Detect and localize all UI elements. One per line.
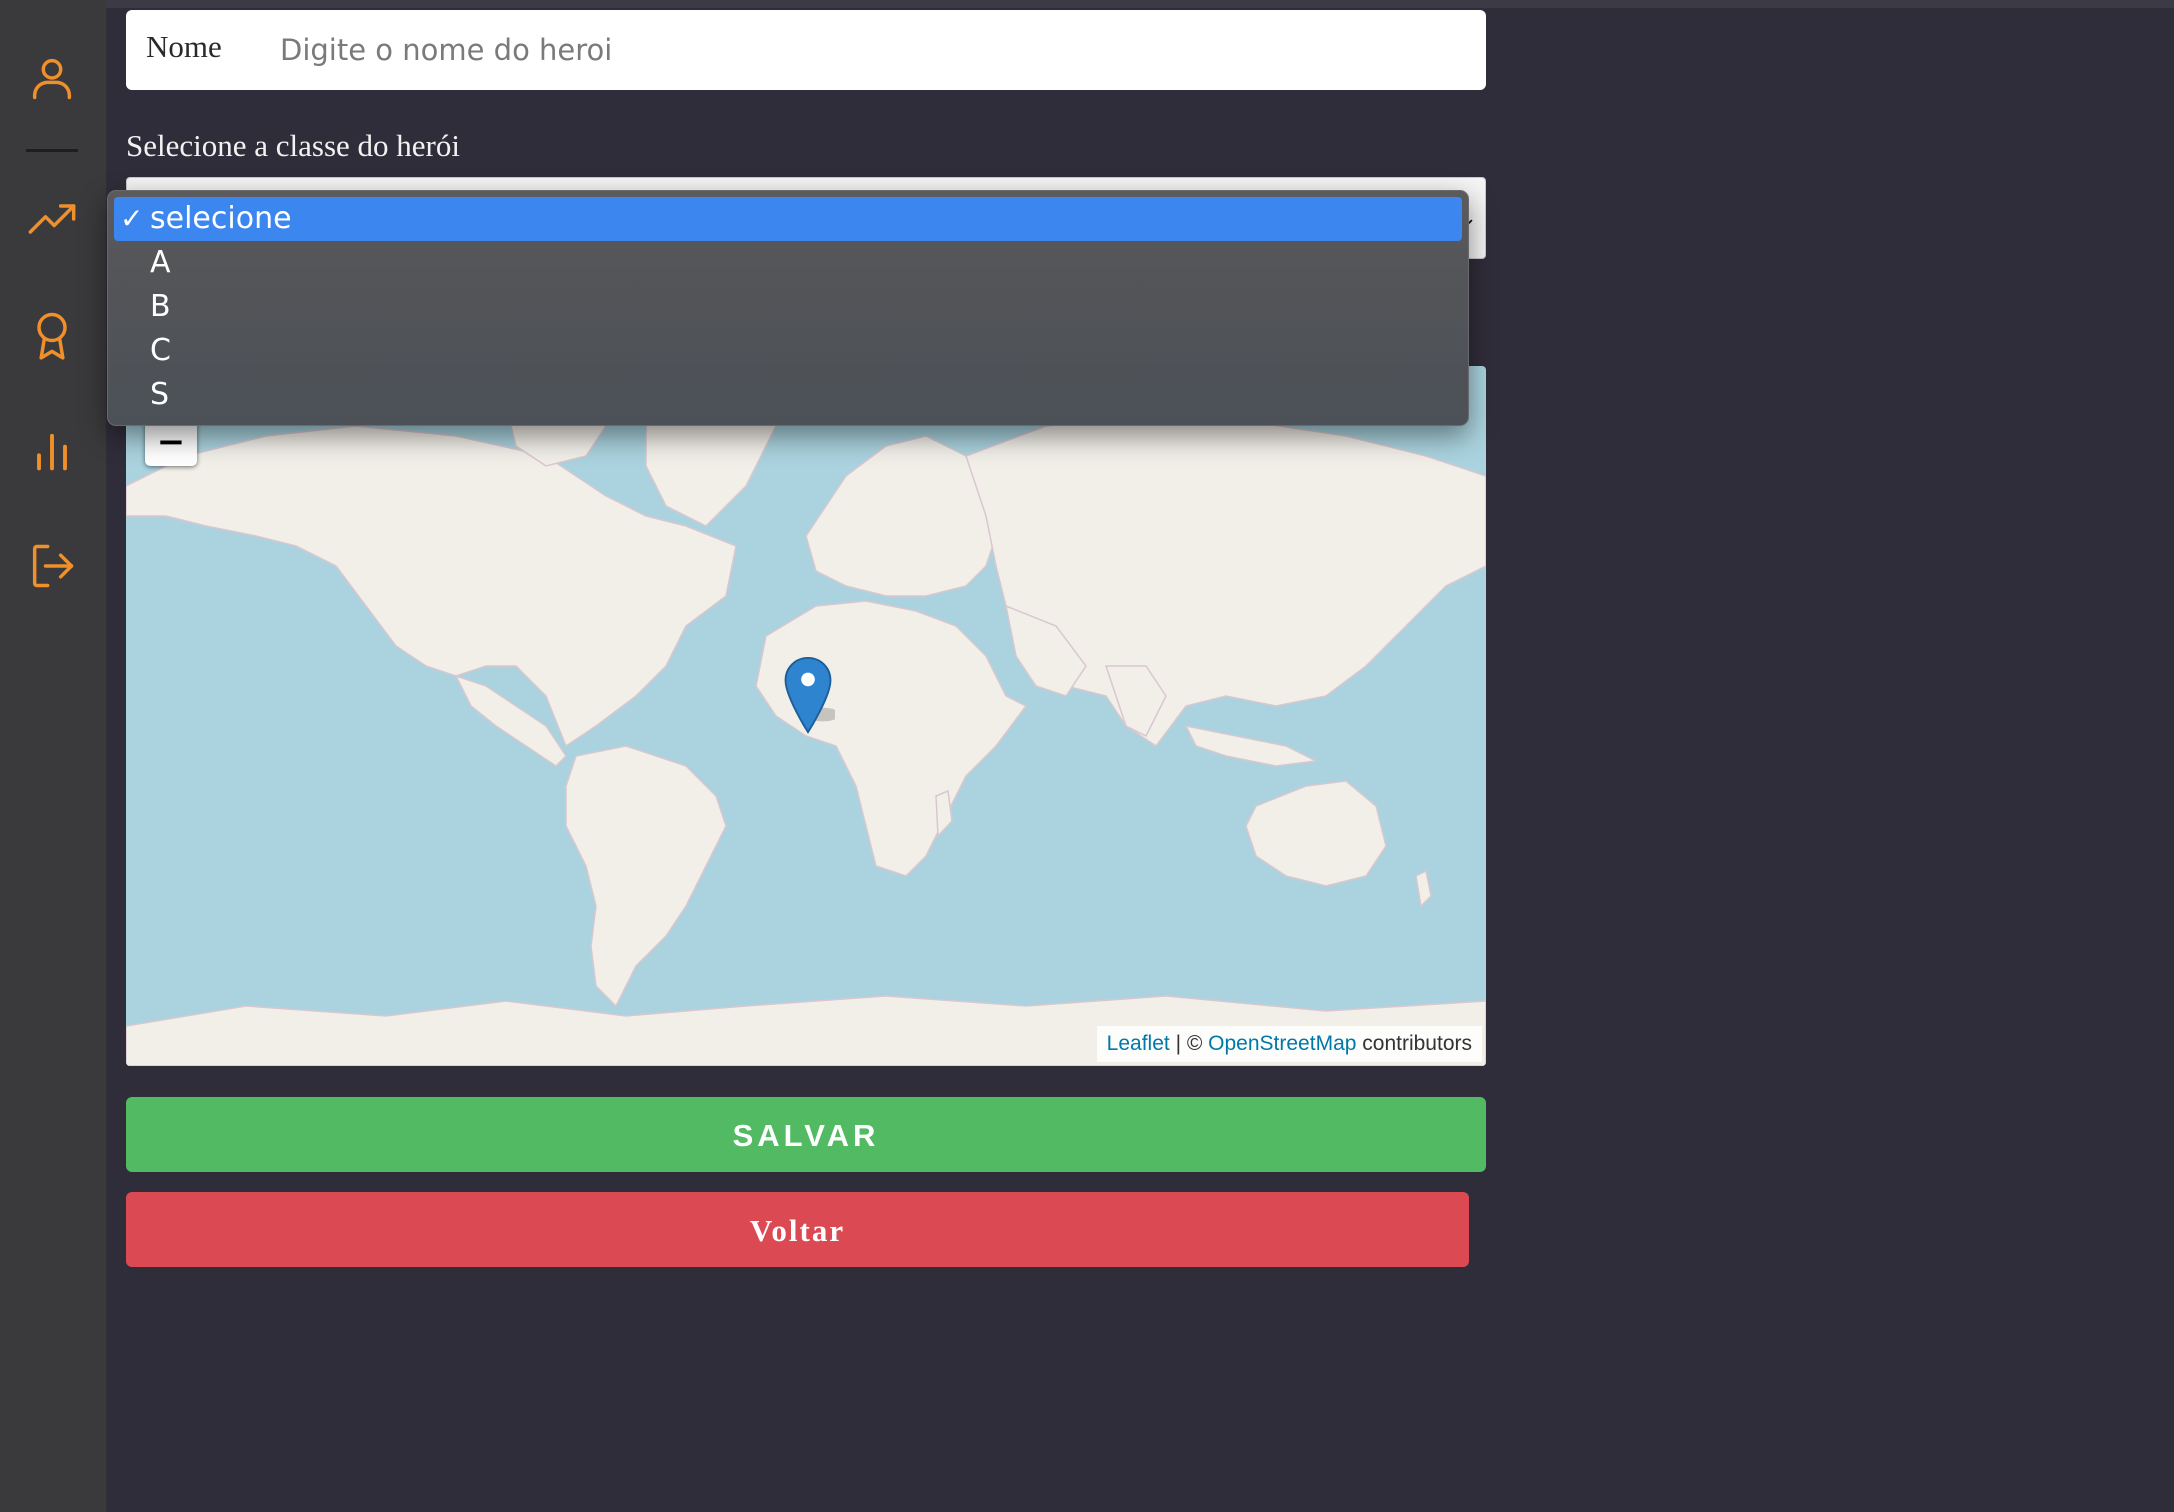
sidebar-item-stats[interactable] [26,425,78,477]
class-dropdown-menu: ✓ selecione A B C S [107,190,1469,426]
leaflet-link[interactable]: Leaflet [1107,1032,1170,1055]
map-attribution: Leaflet | © OpenStreetMap contributors [1096,1026,1482,1062]
sidebar-divider [26,149,78,152]
name-field-group: Nome [126,10,1486,90]
trending-up-icon [28,204,76,234]
class-label: Selecione a classe do herói [126,128,460,163]
save-button[interactable]: SALVAR [126,1097,1486,1172]
logout-icon [32,544,74,588]
name-label: Nome [146,29,222,64]
name-input[interactable] [256,15,1486,85]
award-icon [37,312,67,360]
attribution-suffix: contributors [1356,1032,1472,1055]
dropdown-option-a[interactable]: A [114,241,1462,285]
dropdown-option-s[interactable]: S [114,373,1462,417]
attribution-separator: | © [1169,1032,1209,1055]
bar-chart-icon [37,433,67,471]
sidebar-item-awards[interactable] [26,308,78,360]
checkmark-icon: ✓ [120,202,144,235]
map[interactable]: + − Leaflet | © OpenStreetMap contributo… [126,366,1486,1066]
openstreetmap-link[interactable]: OpenStreetMap [1208,1032,1356,1055]
dropdown-option-b[interactable]: B [114,285,1462,329]
dropdown-option-label: S [150,377,170,412]
dropdown-option-label: C [150,333,171,368]
dropdown-option-label: A [150,245,171,280]
sidebar-item-profile[interactable] [26,52,78,104]
dropdown-option-label: B [150,289,171,324]
map-pin-icon[interactable] [781,656,835,736]
top-strip [0,0,2174,8]
sidebar [0,0,106,1512]
sidebar-item-trending[interactable] [26,193,78,245]
sidebar-item-logout[interactable] [26,540,78,592]
dropdown-option-selecione[interactable]: ✓ selecione [114,197,1462,241]
back-button[interactable]: Voltar [126,1192,1469,1267]
dropdown-option-c[interactable]: C [114,329,1462,373]
dropdown-option-label: selecione [150,201,292,236]
user-icon [32,58,72,100]
